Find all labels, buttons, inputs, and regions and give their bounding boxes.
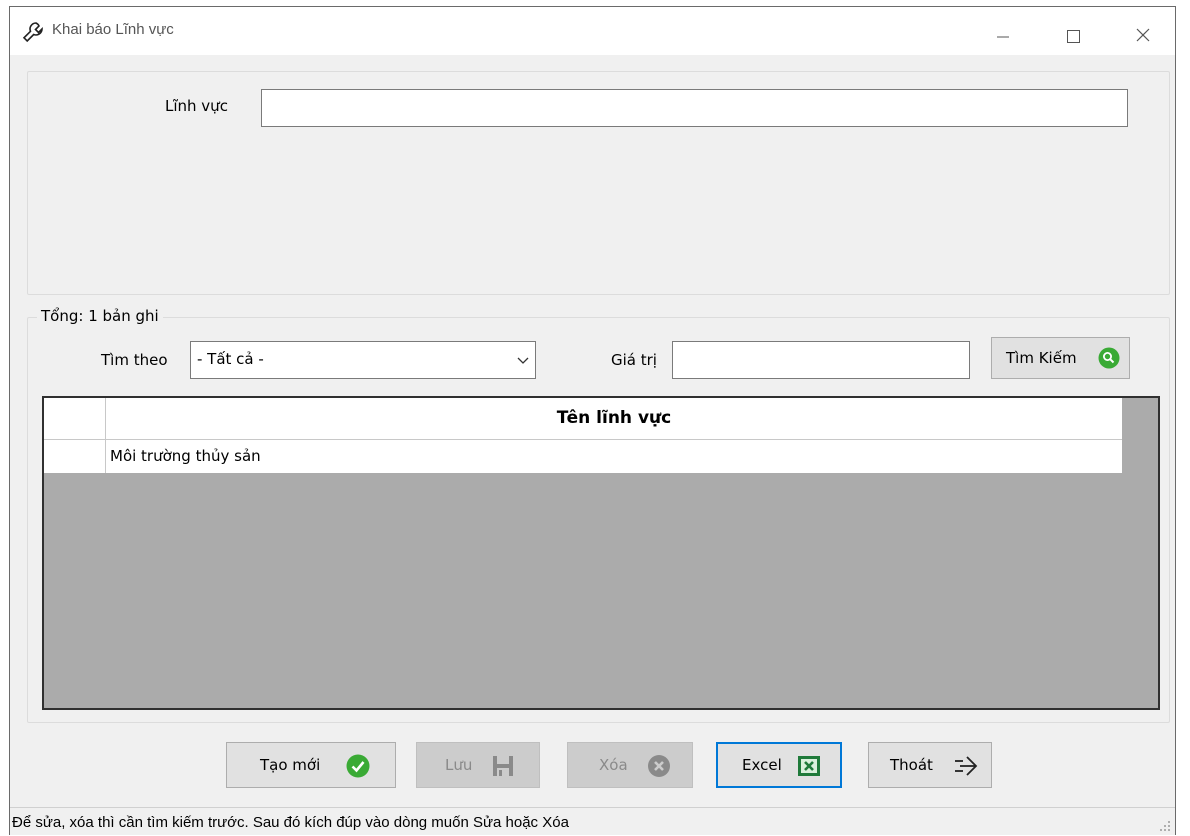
minimize-icon[interactable]	[980, 15, 1026, 51]
linh-vuc-input[interactable]	[261, 89, 1128, 127]
tim-theo-value: - Tất cả -	[197, 350, 264, 368]
table-row[interactable]: Môi trường thủy sản	[44, 440, 1122, 473]
xoa-button[interactable]: Xóa	[567, 742, 693, 788]
window-title: Khai báo Lĩnh vực	[52, 21, 174, 38]
close-icon[interactable]	[1120, 15, 1166, 51]
gia-tri-input[interactable]	[672, 341, 970, 379]
excel-icon	[798, 756, 820, 776]
tim-theo-label: Tìm theo	[101, 351, 168, 369]
exit-arrow-icon	[955, 756, 978, 776]
status-text: Để sửa, xóa thì cần tìm kiếm trước. Sau …	[12, 814, 569, 831]
search-button-label: Tìm Kiếm	[1006, 349, 1077, 367]
excel-label: Excel	[742, 756, 782, 774]
data-grid[interactable]: Tên lĩnh vực Môi trường thủy sản	[42, 396, 1160, 710]
check-icon	[346, 754, 370, 778]
row-header-corner	[44, 398, 106, 439]
wrench-icon	[22, 22, 43, 43]
thoat-button[interactable]: Thoát	[868, 742, 992, 788]
chevron-down-icon	[517, 357, 529, 364]
xoa-label: Xóa	[599, 756, 628, 774]
tim-theo-select[interactable]: - Tất cả -	[190, 341, 536, 379]
linh-vuc-label: Lĩnh vực	[165, 97, 228, 115]
row-header[interactable]	[44, 440, 106, 473]
status-bar: Để sửa, xóa thì cần tìm kiếm trước. Sau …	[10, 807, 1175, 835]
luu-button[interactable]: Lưu	[416, 742, 540, 788]
search-button[interactable]: Tìm Kiếm	[991, 337, 1130, 379]
column-header-ten-linh-vuc[interactable]: Tên lĩnh vực	[106, 398, 1122, 439]
search-icon	[1098, 347, 1120, 369]
tao-moi-label: Tạo mới	[260, 756, 321, 774]
delete-icon	[648, 755, 670, 777]
tao-moi-button[interactable]: Tạo mới	[226, 742, 396, 788]
title-bar: Khai báo Lĩnh vực	[10, 7, 1175, 55]
excel-button[interactable]: Excel	[716, 742, 842, 788]
gia-tri-label: Giá trị	[611, 351, 657, 369]
maximize-icon[interactable]	[1050, 15, 1096, 51]
save-icon	[493, 756, 513, 776]
thoat-label: Thoát	[890, 756, 933, 774]
luu-label: Lưu	[445, 756, 473, 774]
total-records-label: Tổng: 1 bản ghi	[37, 307, 163, 325]
window: Khai báo Lĩnh vực Lĩnh vực Tổng: 1 bản g…	[9, 6, 1176, 835]
grid-header: Tên lĩnh vực	[44, 398, 1122, 440]
table-cell[interactable]: Môi trường thủy sản	[110, 447, 261, 465]
resize-grip-icon[interactable]	[1159, 820, 1171, 832]
